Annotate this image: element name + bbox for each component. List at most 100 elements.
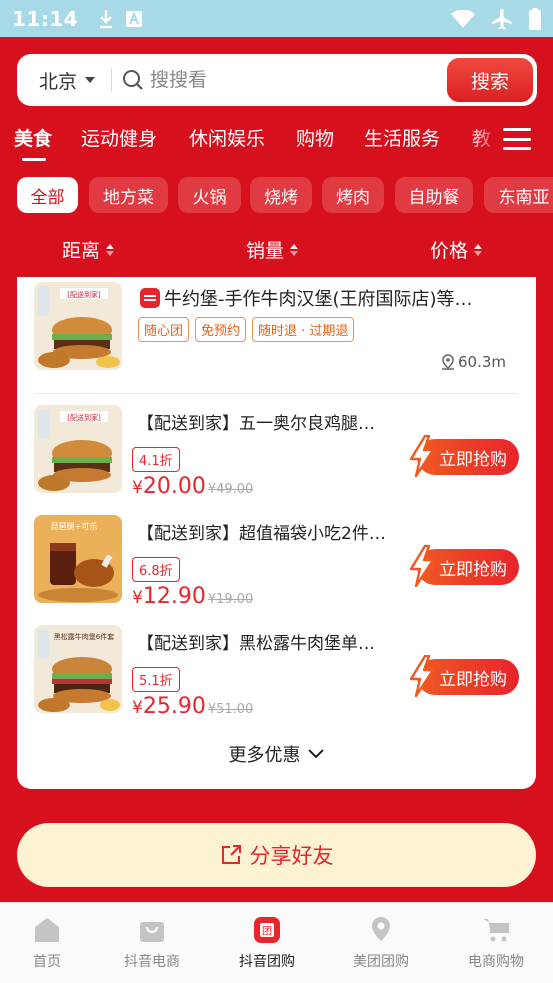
search-bar: 北京 搜索: [17, 54, 537, 106]
store-distance-text: 60.3m: [457, 353, 506, 371]
tab-douyin-group[interactable]: 团 抖音团购: [222, 915, 312, 971]
deal-thumbnail[interactable]: 黑松露牛肉堡6件套: [34, 625, 122, 713]
deal-title[interactable]: 【配送到家】五一奥尔良鸡腿…: [137, 409, 375, 434]
deal-price: ¥12.90 ¥19.00: [132, 584, 254, 609]
tab-meituan-group[interactable]: 美团团购: [336, 915, 426, 971]
group-buy-icon: 团: [254, 917, 280, 943]
category-tabs: 美食 运动健身 休闲娱乐 购物 生活服务 教: [0, 118, 553, 162]
share-label: 分享好友: [249, 844, 334, 868]
tab-douyin-group-label: 抖音团购: [239, 954, 295, 970]
lightning-icon: [409, 655, 435, 697]
original-price: ¥19.00: [207, 592, 254, 607]
cart-icon: [483, 919, 509, 942]
bottom-tab-bar: 首页 抖音电商 团 抖音团购 美团团购 电商购物: [0, 902, 553, 983]
status-bar: 11:14: [0, 0, 553, 37]
chevron-down-icon: [307, 749, 324, 759]
tab-food[interactable]: 美食: [14, 124, 52, 151]
store-title-text: 牛约堡-手作牛肉汉堡(王府国际店)等…: [164, 289, 473, 310]
sort-sales[interactable]: 销量: [246, 236, 299, 263]
tab-home[interactable]: 首页: [2, 915, 92, 971]
tab-fade: [470, 118, 500, 162]
home-icon: [35, 918, 59, 942]
chip-southeast-asian[interactable]: 东南亚: [484, 177, 553, 213]
search-input[interactable]: [150, 69, 421, 91]
svg-text:团: 团: [262, 926, 272, 938]
city-selector[interactable]: 北京: [39, 67, 77, 94]
location-icon: [372, 917, 390, 941]
airplane-icon: [492, 8, 512, 29]
buy-now-button[interactable]: 立即抢购: [409, 655, 519, 697]
sort-arrows-icon: [474, 243, 483, 256]
original-price: ¥51.00: [207, 702, 254, 717]
thumb-caption: 琵琶腿+可乐: [51, 521, 98, 531]
store-tag: 随时退 · 过期退: [252, 317, 355, 342]
discount-badge: 4.1折: [132, 447, 180, 472]
search-icon: [123, 70, 143, 90]
chip-local[interactable]: 地方菜: [89, 177, 168, 213]
original-price: ¥49.00: [207, 482, 254, 497]
sort-arrows-icon: [290, 243, 299, 256]
more-deals-label: 更多优惠: [228, 745, 301, 766]
tab-shopping[interactable]: 购物: [296, 124, 334, 151]
wifi-icon: [451, 9, 475, 28]
tab-ecommerce-shopping-label: 电商购物: [468, 954, 524, 970]
chip-hotpot[interactable]: 火锅: [178, 177, 241, 213]
discount-badge: 6.8折: [132, 557, 180, 582]
tab-douyin-ecommerce-label: 抖音电商: [124, 954, 180, 970]
sort-price[interactable]: 价格: [430, 236, 483, 263]
tab-douyin-ecommerce[interactable]: 抖音电商: [107, 915, 197, 971]
more-deals-button[interactable]: 更多优惠: [17, 741, 536, 767]
discount-badge: 5.1折: [132, 667, 180, 692]
sort-arrows-icon: [106, 243, 115, 256]
divider: [35, 393, 518, 394]
deal-price: ¥20.00 ¥49.00: [132, 474, 254, 499]
deal-title[interactable]: 【配送到家】黑松露牛肉堡单…: [137, 629, 375, 654]
chip-buffet[interactable]: 自助餐: [395, 177, 473, 213]
sort-distance[interactable]: 距离: [62, 236, 115, 263]
store-logo-icon: [140, 288, 160, 308]
tab-life-services[interactable]: 生活服务: [364, 124, 440, 151]
chip-grill[interactable]: 烤肉: [322, 177, 384, 213]
status-time: 11:14: [12, 6, 79, 31]
deal-thumbnail[interactable]: [配送到家]: [34, 405, 122, 493]
location-pin-icon: [441, 354, 454, 370]
store-thumbnail[interactable]: [配送到家]: [34, 282, 122, 370]
subcategory-chips: 全部 地方菜 火锅 烧烤 烤肉 自助餐 东南亚: [17, 177, 553, 213]
store-tag: 随心团: [138, 317, 190, 342]
deal-title[interactable]: 【配送到家】超值福袋小吃2件…: [137, 519, 386, 544]
lightning-icon: [409, 545, 435, 587]
buy-now-button[interactable]: 立即抢购: [409, 435, 519, 477]
store-tags: 随心团 免预约 随时退 · 过期退: [138, 317, 355, 342]
store-card[interactable]: [配送到家] 牛约堡-手作牛肉汉堡(王府国际店)等… 随心团 免预约 随时退 ·…: [17, 277, 536, 789]
share-button[interactable]: 分享好友: [17, 823, 536, 887]
store-title[interactable]: 牛约堡-手作牛肉汉堡(王府国际店)等…: [140, 285, 520, 311]
tab-ecommerce-shopping[interactable]: 电商购物: [451, 915, 541, 971]
thumb-caption: 黑松露牛肉堡6件套: [54, 632, 114, 641]
store-tag: 免预约: [195, 317, 247, 342]
search-button[interactable]: 搜索: [447, 58, 533, 102]
download-icon: [100, 9, 113, 28]
buy-now-button[interactable]: 立即抢购: [409, 545, 519, 587]
lightning-icon: [409, 435, 435, 477]
chevron-down-icon[interactable]: [85, 77, 96, 83]
deal-thumbnail[interactable]: 琵琶腿+可乐: [34, 515, 122, 603]
shopping-bag-icon: [140, 922, 164, 942]
tab-leisure[interactable]: 休闲娱乐: [189, 124, 265, 151]
share-icon: [221, 845, 241, 864]
thumb-caption: [配送到家]: [67, 290, 101, 299]
thumb-caption: [配送到家]: [67, 413, 101, 422]
chip-bbq[interactable]: 烧烤: [250, 177, 312, 213]
sort-price-label: 价格: [430, 240, 469, 262]
store-distance: 60.3m: [441, 353, 506, 371]
sort-bar: 距离 销量 价格: [0, 230, 553, 268]
menu-icon[interactable]: [503, 128, 531, 150]
sort-distance-label: 距离: [62, 240, 101, 262]
sort-sales-label: 销量: [246, 240, 285, 262]
search-divider: [111, 68, 113, 92]
tab-home-label: 首页: [33, 954, 61, 970]
tab-meituan-group-label: 美团团购: [353, 954, 409, 970]
chip-all[interactable]: 全部: [17, 177, 78, 213]
app-notification-icon: [126, 10, 143, 27]
tab-sports[interactable]: 运动健身: [81, 124, 157, 151]
battery-icon: [529, 7, 541, 30]
